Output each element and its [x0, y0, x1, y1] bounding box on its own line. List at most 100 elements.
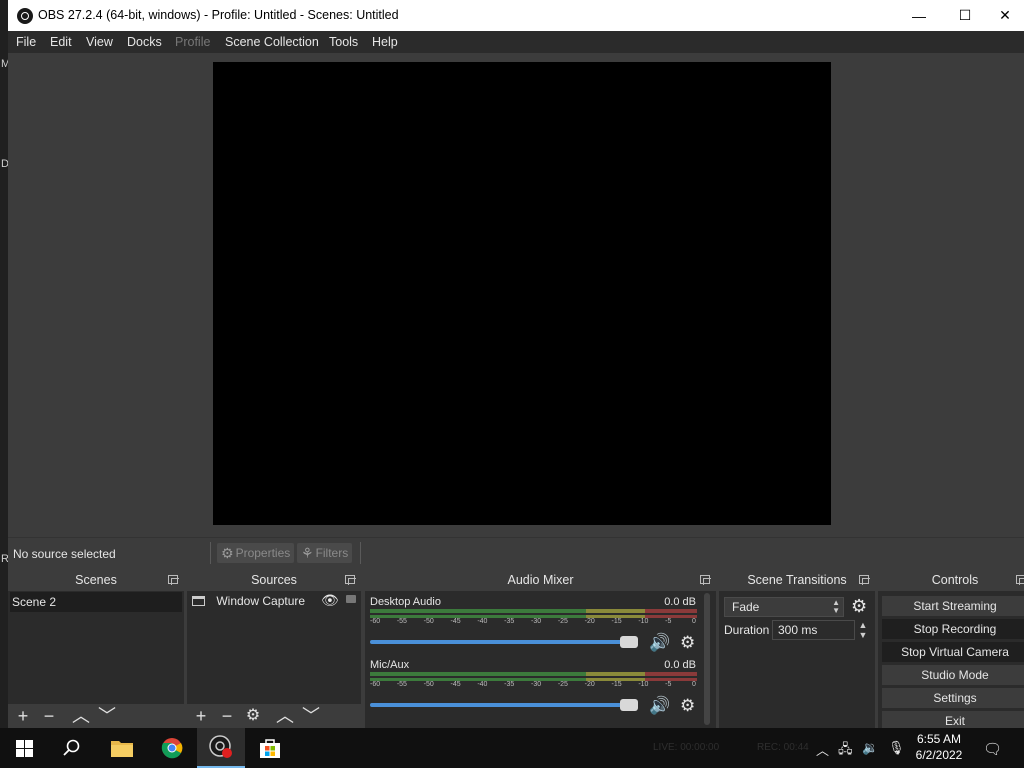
menu-view[interactable]: View: [86, 35, 113, 49]
search-button[interactable]: [48, 728, 96, 768]
menu-scene-collection[interactable]: Scene Collection: [225, 35, 319, 49]
start-button[interactable]: [0, 728, 48, 768]
settings-button[interactable]: Settings: [882, 688, 1024, 708]
clock[interactable]: 6:55 AM 6/2/2022: [904, 731, 974, 763]
obs-taskbar-button[interactable]: [197, 728, 245, 768]
controls-dock: Controls Start Streaming Stop Recording …: [878, 569, 1024, 728]
obs-window: OBS 27.2.4 (64-bit, windows) - Profile: …: [8, 0, 1024, 728]
menu-docks[interactable]: Docks: [127, 35, 162, 49]
meter-tick-label: -45: [450, 681, 461, 688]
folder-icon: [111, 741, 133, 757]
transition-value: Fade: [732, 600, 760, 614]
rec-status: REC: 00:44: [757, 742, 809, 753]
meter-tick-label: -50: [423, 618, 434, 625]
meter-tick-label: 0: [692, 681, 696, 688]
add-scene-button[interactable]: +: [12, 705, 34, 727]
file-explorer-button[interactable]: [98, 728, 146, 768]
gear-icon[interactable]: ⚙: [851, 596, 867, 617]
exit-button[interactable]: Exit: [882, 711, 1024, 728]
undock-icon[interactable]: [1016, 575, 1024, 585]
meter-tick-label: -35: [504, 618, 515, 625]
add-source-button[interactable]: +: [190, 705, 212, 727]
meter-ticks: -60 -55 -50 -45 -40 -35 -30 -25 -20 -15 -10 -5 0: [370, 681, 697, 691]
transition-select[interactable]: Fade ▲ ▼: [724, 597, 844, 617]
notifications-icon[interactable]: 🗨: [983, 740, 1002, 758]
audio-mixer-title: Audio Mixer: [507, 573, 574, 587]
chevron-up-icon[interactable]: ▲: [859, 620, 868, 630]
duration-label: Duration: [724, 623, 770, 637]
chrome-button[interactable]: [148, 728, 196, 768]
gear-icon[interactable]: ⚙: [680, 633, 695, 653]
menu-file[interactable]: File: [16, 35, 36, 49]
volume-fader[interactable]: [370, 703, 638, 707]
move-scene-up-button[interactable]: ︿: [70, 705, 92, 727]
chrome-icon: [161, 738, 183, 759]
channel-db: 0.0 dB: [664, 596, 696, 608]
speaker-icon[interactable]: 🔊: [649, 696, 670, 716]
studio-mode-button[interactable]: Studio Mode: [882, 665, 1024, 685]
gear-icon: ⚙: [221, 544, 234, 561]
move-source-down-button[interactable]: ﹀: [300, 705, 322, 727]
stop-virtual-camera-button[interactable]: Stop Virtual Camera: [882, 642, 1024, 662]
filters-button[interactable]: ⚘ Filters: [297, 543, 353, 563]
preview-canvas[interactable]: [213, 62, 831, 525]
gear-icon[interactable]: ⚙: [680, 696, 695, 716]
menu-tools[interactable]: Tools: [329, 35, 358, 49]
sources-dock-title: Sources: [187, 569, 361, 591]
obs-icon: [209, 735, 232, 758]
source-properties-button[interactable]: ⚙: [242, 705, 264, 727]
undock-icon[interactable]: [700, 575, 711, 585]
microphone-icon[interactable]: 🎙: [888, 740, 905, 756]
menu-help[interactable]: Help: [372, 35, 398, 49]
volume-fader[interactable]: [370, 640, 638, 644]
undock-icon[interactable]: [168, 575, 179, 585]
properties-button[interactable]: ⚙ Properties: [217, 543, 295, 563]
volume-fader-handle[interactable]: [620, 699, 638, 711]
speaker-icon[interactable]: 🔊: [649, 633, 670, 653]
meter-tick-label: -15: [611, 618, 622, 625]
stop-recording-button[interactable]: Stop Recording: [882, 619, 1024, 639]
maximize-icon: ☐: [958, 7, 972, 23]
network-icon[interactable]: 🖧: [838, 740, 853, 762]
start-streaming-button[interactable]: Start Streaming: [882, 596, 1024, 616]
source-item[interactable]: Window Capture 👁: [189, 591, 359, 611]
volume-icon[interactable]: 🔉: [862, 740, 878, 756]
menu-edit[interactable]: Edit: [50, 35, 72, 49]
close-button[interactable]: ✕: [986, 0, 1024, 31]
mixer-scrollbar[interactable]: [704, 593, 710, 725]
store-icon: [260, 739, 280, 758]
chevron-up-icon: ︿: [72, 706, 90, 726]
lock-icon[interactable]: [346, 595, 356, 603]
eye-icon[interactable]: 👁: [321, 590, 339, 610]
remove-source-button[interactable]: −: [216, 705, 238, 727]
undock-icon[interactable]: [859, 575, 870, 585]
menu-profile[interactable]: Profile: [175, 35, 210, 49]
maximize-button[interactable]: ☐: [942, 0, 988, 31]
minimize-button[interactable]: —: [896, 0, 942, 31]
source-label: Window Capture: [216, 594, 306, 608]
meter-tick-label: -10: [638, 681, 649, 688]
chevron-down-icon[interactable]: ▼: [859, 630, 868, 640]
meter-tick-label: -30: [531, 618, 542, 625]
chevron-down-icon: ﹀: [98, 706, 116, 726]
window-capture-icon: [192, 596, 205, 606]
gear-icon: ⚙: [245, 707, 261, 724]
scene-transitions-title: Scene Transitions: [747, 573, 847, 587]
duration-stepper[interactable]: ▲ ▼: [857, 620, 869, 640]
chevron-down-icon: ﹀: [302, 706, 320, 726]
move-source-up-button[interactable]: ︿: [274, 705, 296, 727]
obs-app-icon: [17, 8, 33, 24]
remove-scene-button[interactable]: −: [38, 705, 60, 727]
store-button[interactable]: [246, 728, 294, 768]
search-icon: [63, 739, 80, 756]
volume-fader-handle[interactable]: [620, 636, 638, 648]
duration-field[interactable]: 300 ms: [772, 620, 855, 640]
chevron-up-icon[interactable]: ︿: [816, 740, 829, 759]
scene-item[interactable]: Scene 2: [10, 592, 182, 612]
volume-meter: [370, 672, 697, 676]
title-bar[interactable]: OBS 27.2.4 (64-bit, windows) - Profile: …: [8, 0, 1024, 31]
move-scene-down-button[interactable]: ﹀: [96, 705, 118, 727]
controls-dock-title: Controls: [878, 569, 1024, 591]
meter-tick-label: -60: [370, 681, 381, 688]
undock-icon[interactable]: [345, 575, 356, 585]
